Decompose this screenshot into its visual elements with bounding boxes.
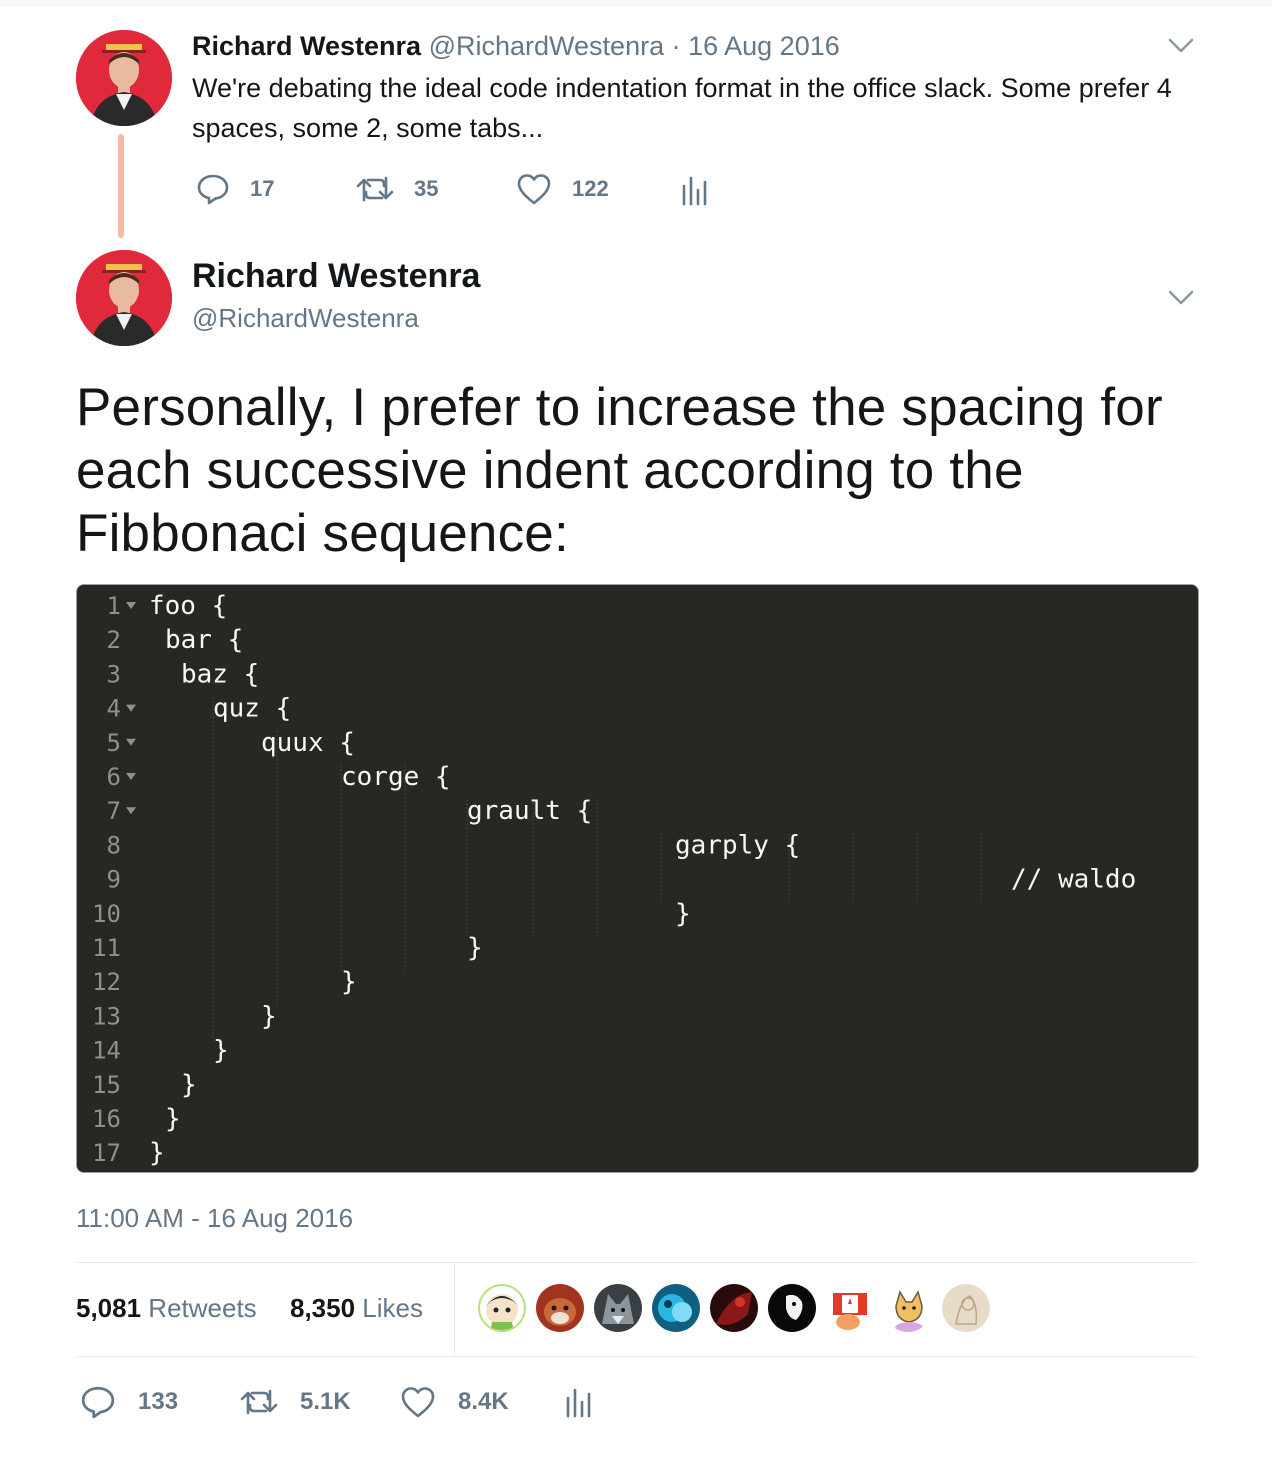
code-line: } [181,1070,197,1100]
line-number: 4 [107,695,121,723]
retweet-button[interactable]: 35 [356,172,438,206]
code-line: } [341,967,357,997]
line-number: 2 [107,626,121,654]
liker-avatar[interactable] [536,1284,584,1332]
liker-avatar[interactable] [826,1284,874,1332]
retweet-count: 5.1K [300,1388,351,1415]
liker-avatar[interactable] [768,1284,816,1332]
analytics-icon [682,176,707,206]
tweet-text: We're debating the ideal code indentatio… [192,73,1172,143]
line-number: 8 [107,831,121,859]
separator: · [664,31,689,61]
thread-line [118,134,124,238]
like-count: 122 [572,176,609,201]
retweets-label: Retweets [141,1293,257,1323]
line-number: 10 [92,900,121,928]
avatar[interactable] [76,30,172,126]
likes-count: 8,350 [290,1293,356,1323]
retweets-stat[interactable]: 5,081 Retweets [76,1292,257,1324]
line-number: 14 [92,1037,121,1065]
tweet-text: Personally, I prefer to increase the spa… [76,378,1163,563]
reply-button[interactable]: 133 [80,1384,178,1420]
like-button[interactable]: 8.4K [400,1384,509,1420]
code-screenshot[interactable]: 1 foo { 2 bar { 3 baz { 4 quz { 5 quux { 6 corge { 7… [76,584,1199,1173]
chevron-down-icon[interactable] [1166,282,1196,312]
code-line: } [213,1036,229,1066]
code-line: } [467,933,483,963]
liker-avatar[interactable] [594,1284,642,1332]
author-handle[interactable]: @RichardWestenra [429,31,665,61]
code-line: } [675,899,691,929]
line-number: 17 [92,1139,121,1167]
reply-count: 17 [250,176,275,201]
line-number: 11 [92,934,121,962]
liker-avatar[interactable] [478,1284,526,1332]
retweet-button[interactable]: 5.1K [240,1384,351,1420]
retweet-count: 35 [414,176,439,201]
code-line: garply { [675,830,800,860]
reply-icon [81,1386,115,1419]
line-number: 7 [107,797,121,825]
retweet-icon [240,1389,278,1415]
divider [76,1262,1196,1263]
code-line: } [165,1104,181,1134]
line-number: 12 [92,968,121,996]
liker-avatar[interactable] [652,1284,700,1332]
code-line: grault { [467,796,592,826]
line-number: 15 [92,1071,121,1099]
reply-header: Richard Westenra @RichardWestenra · 16 A… [192,30,840,62]
analytics-button[interactable] [680,174,708,206]
line-number: 5 [107,729,121,757]
line-number: 16 [92,1105,121,1133]
code-line: corge { [341,762,451,792]
liker-avatar[interactable] [710,1284,758,1332]
chevron-down-icon[interactable] [1166,30,1196,60]
divider-vertical [454,1263,455,1356]
code-editor-image: 1 foo { 2 bar { 3 baz { 4 quz { 5 quux { 6 corge { 7… [77,585,1198,1172]
code-line: } [149,1138,165,1168]
likes-label: Likes [355,1293,423,1323]
heart-icon [401,1387,435,1418]
author-name[interactable]: Richard Westenra [192,256,480,296]
code-line: bar { [165,625,243,655]
line-number: 6 [107,763,121,791]
liker-avatar[interactable] [884,1284,932,1332]
line-number: 9 [107,866,121,894]
line-number: 1 [107,592,121,620]
reply-icon [197,174,229,205]
reply-button[interactable]: 17 [196,172,274,206]
line-number: 3 [107,660,121,688]
like-button[interactable]: 122 [516,172,609,206]
code-line: foo { [149,591,227,621]
code-line: // waldo [1011,865,1136,895]
likes-stat[interactable]: 8,350 Likes [290,1292,423,1324]
code-line: quux { [261,728,355,758]
divider [76,1356,1196,1357]
code-line: } [261,1001,277,1031]
retweet-icon [356,176,394,202]
like-count: 8.4K [458,1388,509,1415]
tweet-date[interactable]: 16 Aug 2016 [688,31,840,61]
analytics-icon [566,1388,591,1418]
heart-icon [517,174,551,205]
tweet-timestamp[interactable]: 11:00 AM - 16 Aug 2016 [76,1202,353,1234]
analytics-button[interactable] [564,1386,592,1418]
line-number: 13 [92,1002,121,1030]
reply-count: 133 [138,1388,179,1415]
liker-avatar[interactable] [942,1284,990,1332]
retweets-count: 5,081 [76,1293,142,1323]
code-line: baz { [181,659,259,689]
author-name[interactable]: Richard Westenra [192,31,421,61]
top-border [0,0,1272,6]
author-handle[interactable]: @RichardWestenra [192,302,419,334]
code-line: quz { [213,694,291,724]
avatar[interactable] [76,250,172,346]
